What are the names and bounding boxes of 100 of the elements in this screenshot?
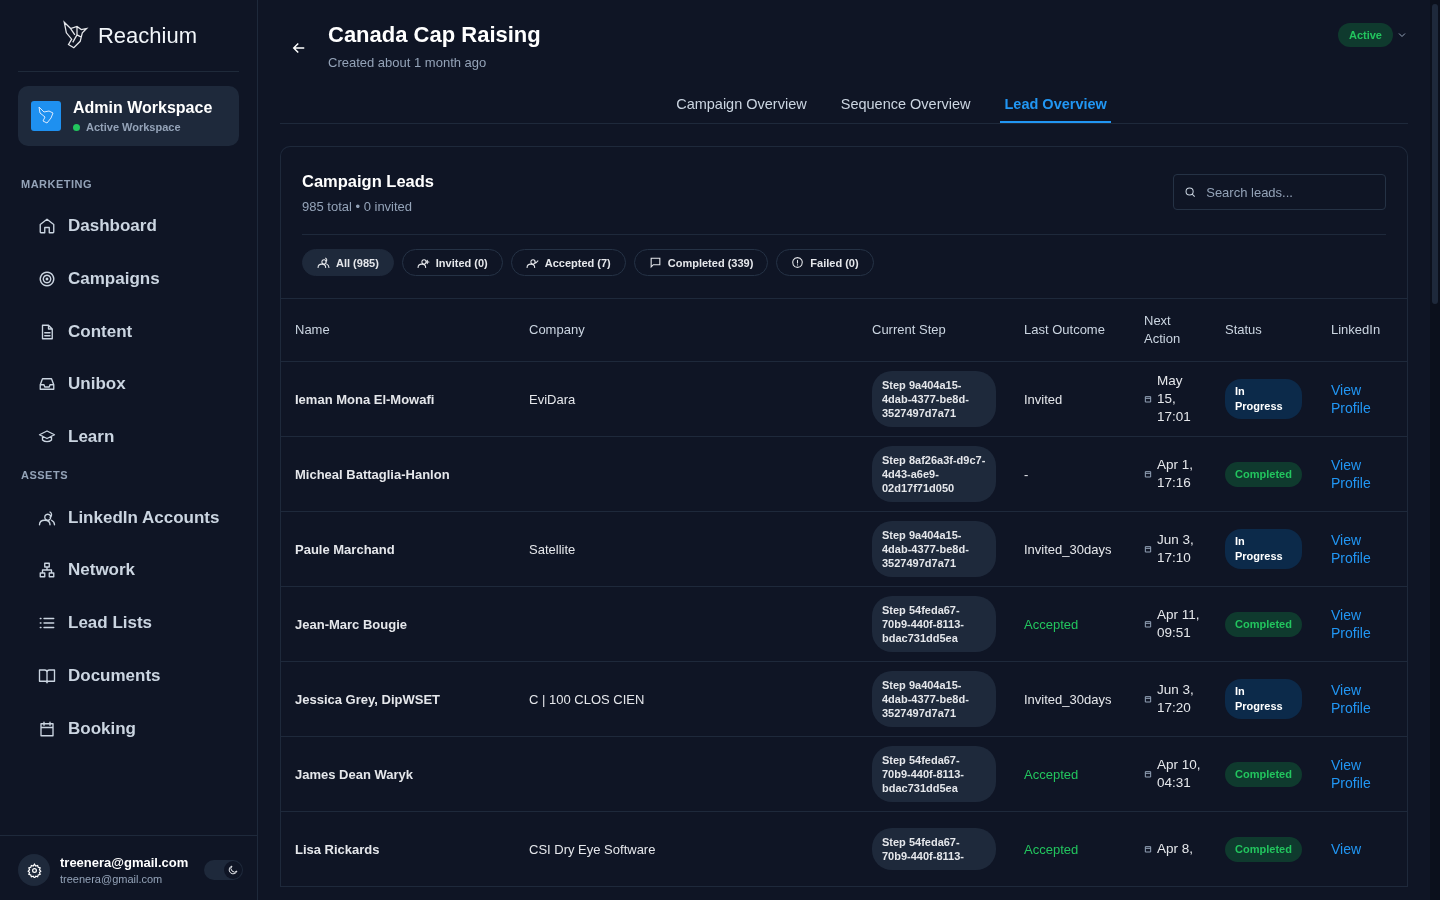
settings-icon — [26, 862, 42, 878]
lead-name: Lisa Rickards — [295, 841, 380, 857]
last-outcome: Accepted — [1024, 616, 1079, 632]
calendar-icon — [1144, 470, 1152, 478]
column-header: Current Step — [872, 322, 946, 337]
column-header: Company — [529, 322, 585, 337]
house-icon — [38, 217, 56, 236]
lead-name: Ieman Mona El-Mowafi — [295, 391, 435, 407]
users-icon — [317, 256, 330, 269]
last-outcome: Invited_30days — [1024, 691, 1112, 707]
nav-item[interactable]: Lead Lists — [18, 596, 239, 650]
step-badge: Step 54feda67-70b9-440f-8113-bdac731dd5ea — [872, 596, 996, 652]
column-header: LinkedIn — [1331, 322, 1381, 337]
nav-item[interactable]: LinkedIn Accounts — [18, 491, 239, 545]
status-badge: In Progress — [1225, 529, 1302, 569]
user-check-icon — [525, 256, 539, 269]
campaign-subtitle: Created about 1 month ago — [328, 55, 488, 70]
calendar-icon — [38, 719, 56, 738]
status-badge: Completed — [1225, 611, 1302, 637]
status-badge: In Progress — [1225, 679, 1302, 719]
step-badge: Step 54feda67-70b9-440f-8113- — [872, 828, 996, 870]
tab[interactable]: Sequence Overview — [836, 88, 975, 123]
next-action: Jun 3, 17:20 — [1157, 681, 1195, 717]
lead-name: James Dean Waryk — [295, 766, 414, 782]
status-badge: In Progress — [1225, 379, 1302, 419]
step-badge: Step 8af26a3f-d9c7-4d43-a6e9-02d17f71d050 — [872, 446, 996, 502]
next-action: Apr 11, 09:51 — [1157, 606, 1201, 642]
nav-item[interactable]: Unibox — [18, 358, 239, 411]
lead-name: Jessica Grey, DipWSET — [295, 691, 440, 707]
company-name: C | 100 CLOS CIEN — [529, 691, 645, 707]
calendar-icon — [1144, 395, 1152, 403]
lead-summary: 985 total • 0 invited — [302, 199, 414, 214]
theme-toggle[interactable] — [204, 860, 243, 880]
lead-name: Jean-Marc Bougie — [295, 616, 407, 632]
target-icon — [38, 270, 56, 289]
view-profile-link[interactable]: View Profile — [1331, 606, 1376, 642]
lead-name: Micheal Battaglia-Hanlon — [295, 466, 450, 482]
user-plus-icon — [416, 256, 430, 269]
calendar-icon — [1144, 695, 1152, 703]
nav-item[interactable]: Booking — [18, 702, 239, 755]
calendar-icon — [1144, 620, 1152, 628]
nav-item[interactable]: Content — [18, 305, 239, 359]
view-profile-link[interactable]: View Profile — [1331, 456, 1376, 492]
view-profile-link[interactable]: View Profile — [1331, 681, 1376, 717]
column-header: Status — [1225, 322, 1262, 337]
alert-icon — [791, 256, 805, 269]
company-name: CSI Dry Eye Software — [529, 841, 656, 857]
book-icon — [38, 666, 56, 685]
calendar-icon — [1144, 545, 1152, 553]
step-badge: Step 9a404a15-4dab-4377-be8d-3527497d7a71 — [872, 371, 996, 427]
nav-item[interactable]: Dashboard — [18, 200, 239, 253]
step-badge: Step 9a404a15-4dab-4377-be8d-3527497d7a71 — [872, 671, 996, 727]
search-field[interactable]: Search leads... — [1173, 174, 1386, 210]
brand-name: Reachium — [97, 22, 197, 49]
card-title: Campaign Leads — [302, 172, 435, 191]
view-profile-link[interactable]: View Profile — [1331, 756, 1376, 792]
workspace-card[interactable]: Admin Workspace Active Workspace — [18, 86, 239, 146]
last-outcome: Invited — [1024, 391, 1063, 407]
calendar-icon — [1144, 770, 1152, 778]
section-heading: MARKETING — [20, 178, 94, 190]
status-badge: Completed — [1225, 761, 1302, 787]
tab[interactable]: Lead Overview — [1000, 88, 1111, 123]
nav-item[interactable]: Learn — [18, 410, 239, 464]
nav-item[interactable]: Network — [18, 544, 239, 597]
view-profile-link[interactable]: View Profile — [1331, 531, 1376, 567]
company-name: Satellite — [529, 541, 576, 557]
status-badge: Completed — [1225, 836, 1302, 862]
lead-name: Paule Marchand — [295, 541, 395, 557]
search-icon — [1184, 185, 1197, 199]
tab[interactable]: Campaign Overview — [672, 88, 811, 123]
calendar-icon — [1144, 845, 1152, 853]
view-profile-link[interactable]: View — [1331, 840, 1376, 858]
next-action: May 15, 17:01 — [1157, 372, 1192, 426]
view-profile-link[interactable]: View Profile — [1331, 381, 1376, 417]
settings-button[interactable] — [18, 854, 50, 886]
message-icon — [648, 256, 662, 269]
nav-item[interactable]: Campaigns — [18, 252, 239, 306]
workspace-status: Active Workspace — [86, 121, 181, 133]
last-outcome: Accepted — [1024, 841, 1079, 857]
step-badge: Step 9a404a15-4dab-4377-be8d-3527497d7a71 — [872, 521, 996, 577]
nav-item[interactable]: Documents — [18, 649, 239, 703]
user-name: treenera@gmail.com — [60, 855, 190, 870]
column-header: Name — [295, 322, 330, 337]
filter-chip[interactable]: All (985) — [302, 249, 394, 276]
network-icon — [38, 561, 56, 580]
next-action: Apr 8, — [1157, 840, 1194, 858]
workspace-name: Admin Workspace — [73, 99, 213, 117]
status-dot-icon — [73, 123, 80, 131]
last-outcome: - — [1024, 466, 1029, 482]
next-action: Apr 1, 17:16 — [1157, 456, 1195, 492]
company-name: EviDara — [529, 391, 576, 407]
last-outcome: Invited_30days — [1024, 541, 1112, 557]
campaign-title: Canada Cap Raising — [328, 22, 541, 48]
user-email: treenera@gmail.com — [60, 873, 164, 885]
column-header: Next Action — [1144, 313, 1181, 346]
moon-icon — [227, 864, 239, 876]
next-action: Jun 3, 17:10 — [1157, 531, 1195, 567]
section-heading: ASSETS — [20, 469, 69, 482]
column-header: Last Outcome — [1024, 322, 1105, 337]
search-input[interactable]: Search leads... — [1204, 183, 1375, 201]
